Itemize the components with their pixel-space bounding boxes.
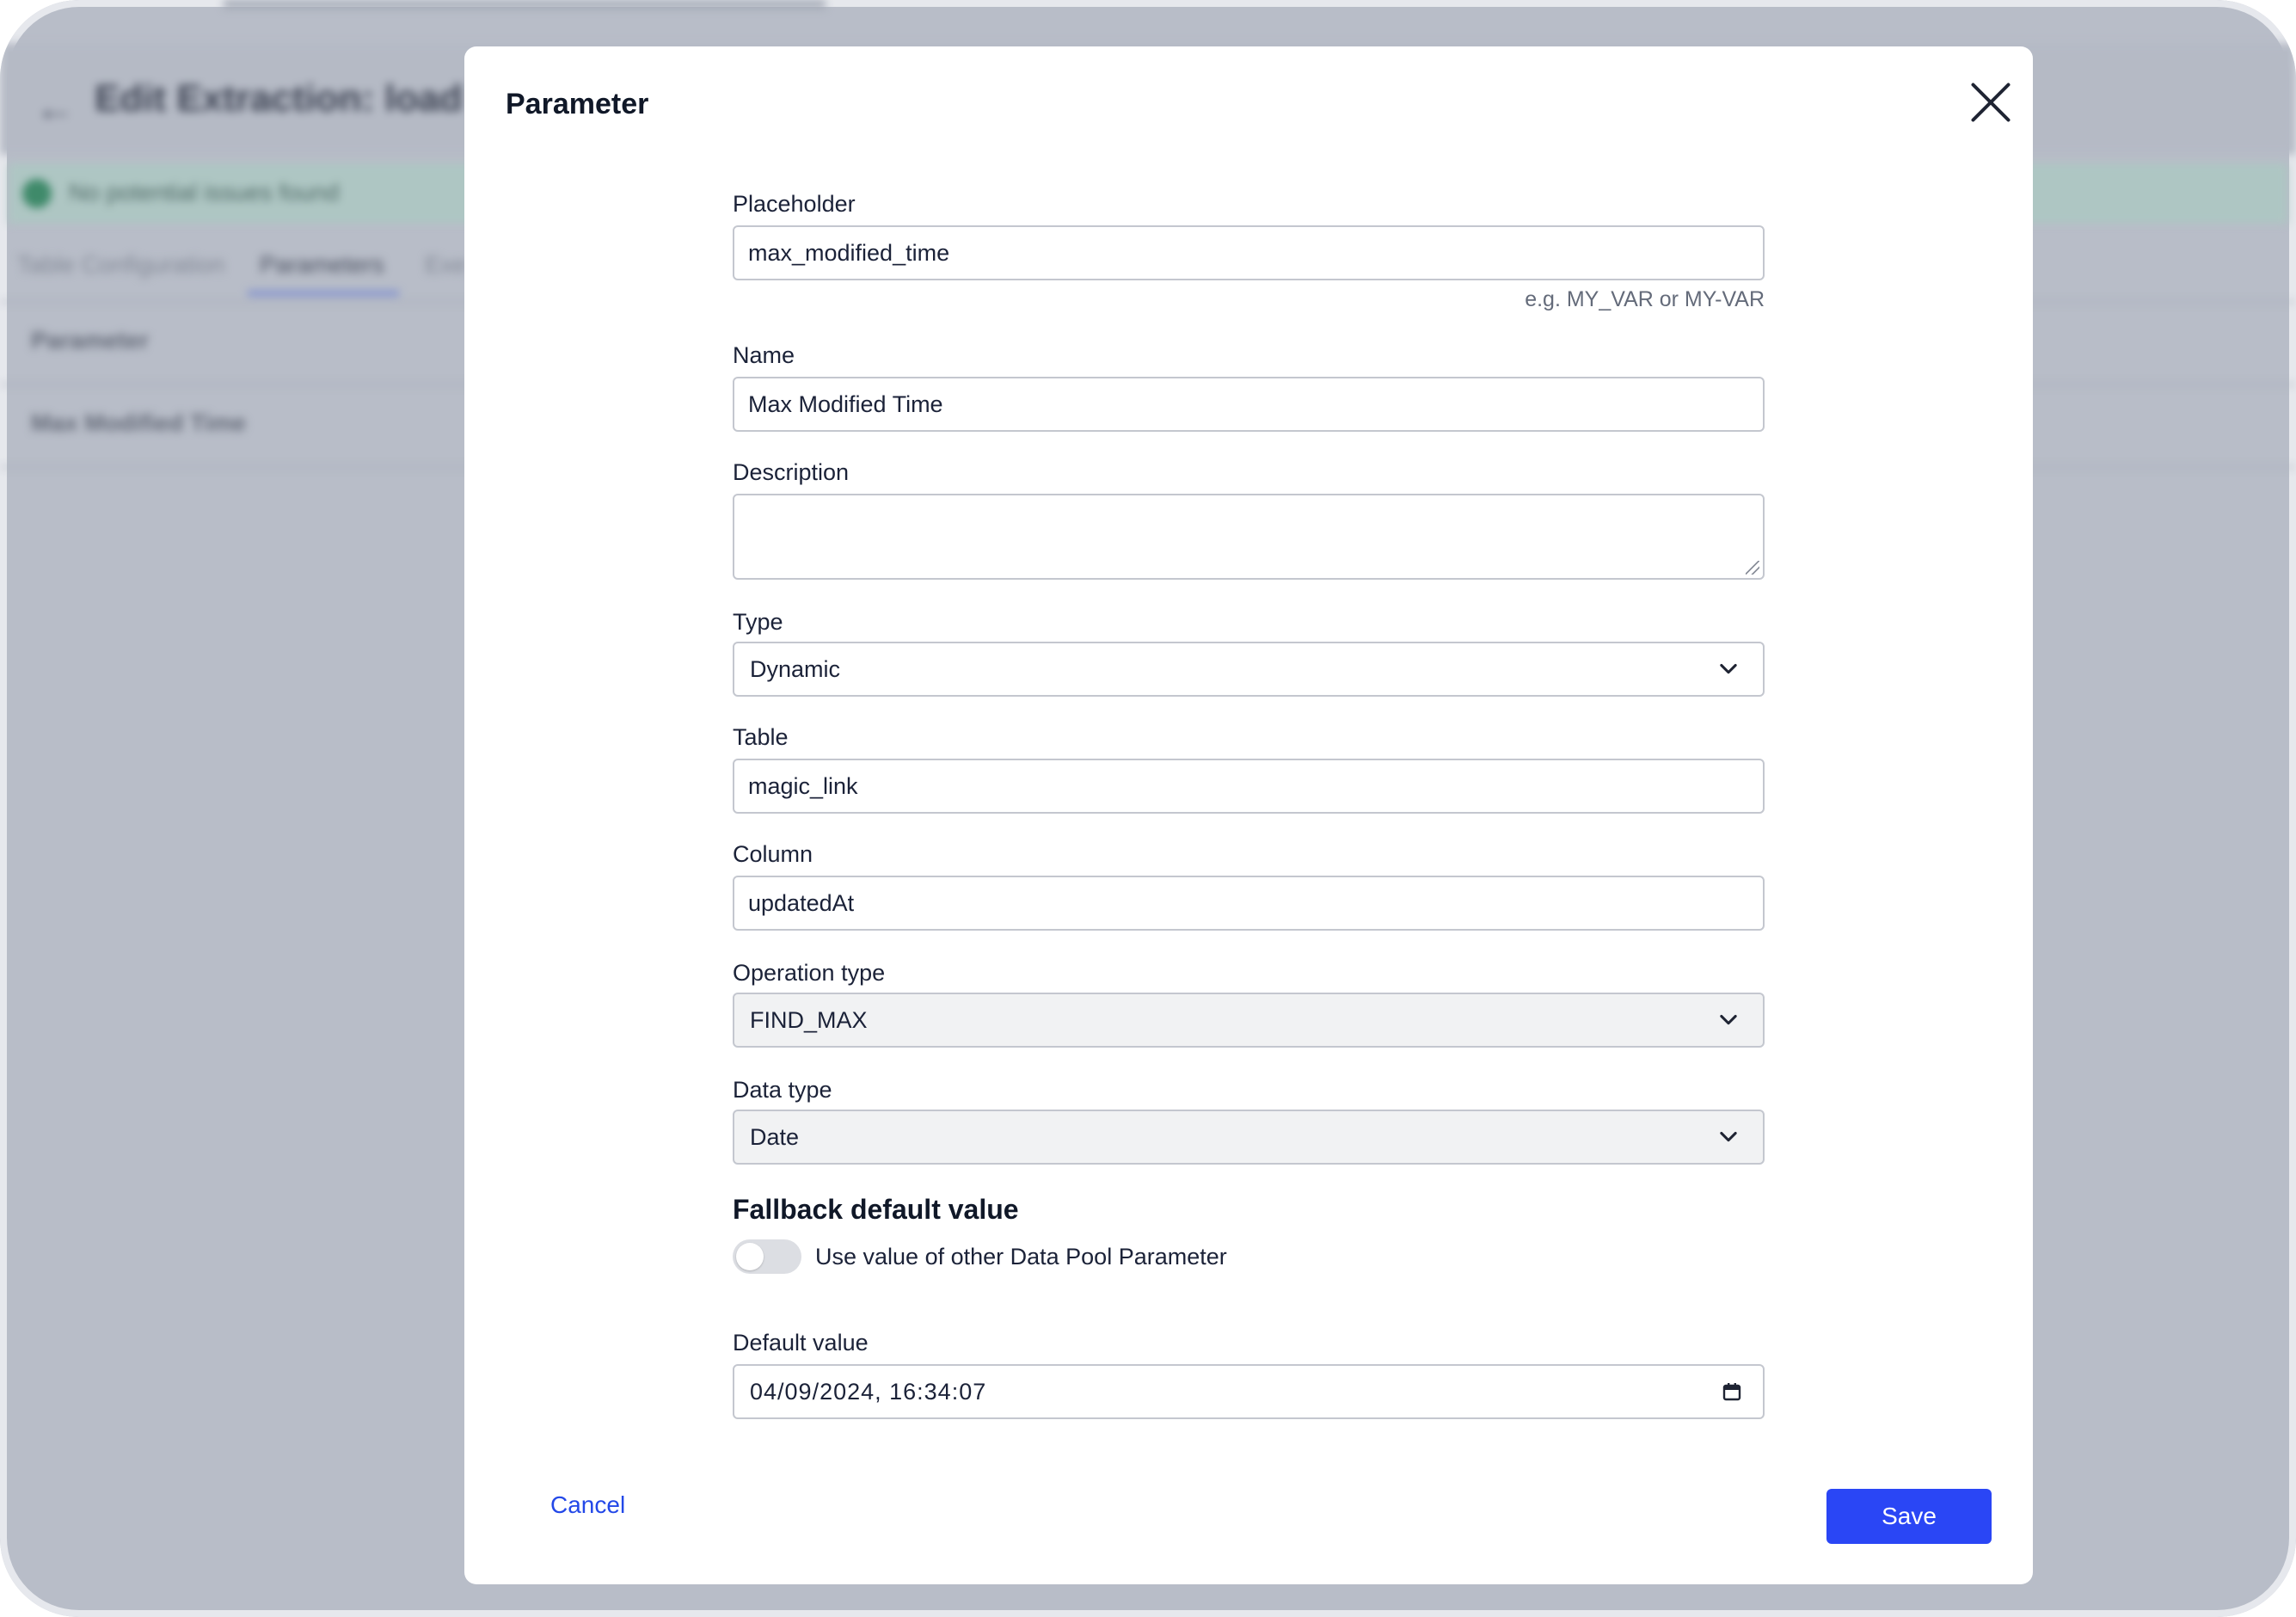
data-type-selected-value: Date [750, 1124, 800, 1150]
calendar-icon[interactable] [1722, 1381, 1742, 1402]
cancel-button[interactable]: Cancel [550, 1491, 625, 1519]
chevron-down-icon [1720, 1014, 1737, 1025]
fallback-section-title: Fallback default value [733, 1194, 1019, 1225]
name-input[interactable] [733, 377, 1765, 432]
top-bar-remnant [224, 0, 826, 9]
alert-text: No potential issues found [69, 179, 340, 206]
description-textarea[interactable] [733, 494, 1765, 580]
data-type-label: Data type [733, 1077, 832, 1103]
default-value-text: 04/09/2024, 16:34:07 [750, 1379, 987, 1405]
active-tab-indicator [248, 291, 399, 296]
placeholder-hint: e.g. MY_VAR or MY-VAR [1525, 287, 1765, 311]
type-label: Type [733, 609, 783, 635]
app-window: ← Edit Extraction: load th No potential … [0, 0, 2296, 1617]
tab-table-configuration[interactable]: Table Configuration [17, 251, 224, 279]
column-input[interactable] [733, 876, 1765, 931]
column-label: Column [733, 841, 813, 867]
back-arrow-icon[interactable]: ← [34, 84, 76, 132]
placeholder-label: Placeholder [733, 191, 856, 217]
table-header-parameter: Parameter [31, 327, 149, 354]
table-label: Table [733, 724, 789, 750]
default-value-datetime-input[interactable]: 04/09/2024, 16:34:07 [733, 1364, 1765, 1419]
name-label: Name [733, 342, 795, 368]
toggle-label: Use value of other Data Pool Parameter [815, 1244, 1227, 1270]
operation-type-select[interactable]: FIND_MAX [733, 993, 1765, 1048]
use-other-parameter-toggle[interactable] [733, 1239, 801, 1274]
dialog-title: Parameter [506, 88, 649, 120]
default-value-label: Default value [733, 1330, 869, 1356]
parameter-dialog: Parameter Placeholder e.g. MY_VAR or MY-… [464, 46, 2033, 1584]
type-select[interactable]: Dynamic [733, 642, 1765, 697]
placeholder-input[interactable] [733, 225, 1765, 280]
close-icon[interactable] [1961, 72, 2021, 132]
save-button[interactable]: Save [1826, 1489, 1992, 1544]
table-row[interactable]: Max Modified Time [31, 409, 246, 437]
toggle-knob [736, 1243, 764, 1270]
operation-type-selected-value: FIND_MAX [750, 1007, 868, 1033]
success-dot-icon [22, 179, 52, 208]
chevron-down-icon [1720, 663, 1737, 674]
tab-parameters[interactable]: Parameters [260, 251, 384, 279]
page-title: Edit Extraction: load th [95, 77, 509, 120]
table-input[interactable] [733, 759, 1765, 814]
operation-type-label: Operation type [733, 960, 886, 986]
tab-execution[interactable]: Exe [425, 251, 466, 279]
chevron-down-icon [1720, 1131, 1737, 1142]
data-type-select[interactable]: Date [733, 1110, 1765, 1165]
description-label: Description [733, 459, 850, 485]
type-selected-value: Dynamic [750, 656, 841, 682]
